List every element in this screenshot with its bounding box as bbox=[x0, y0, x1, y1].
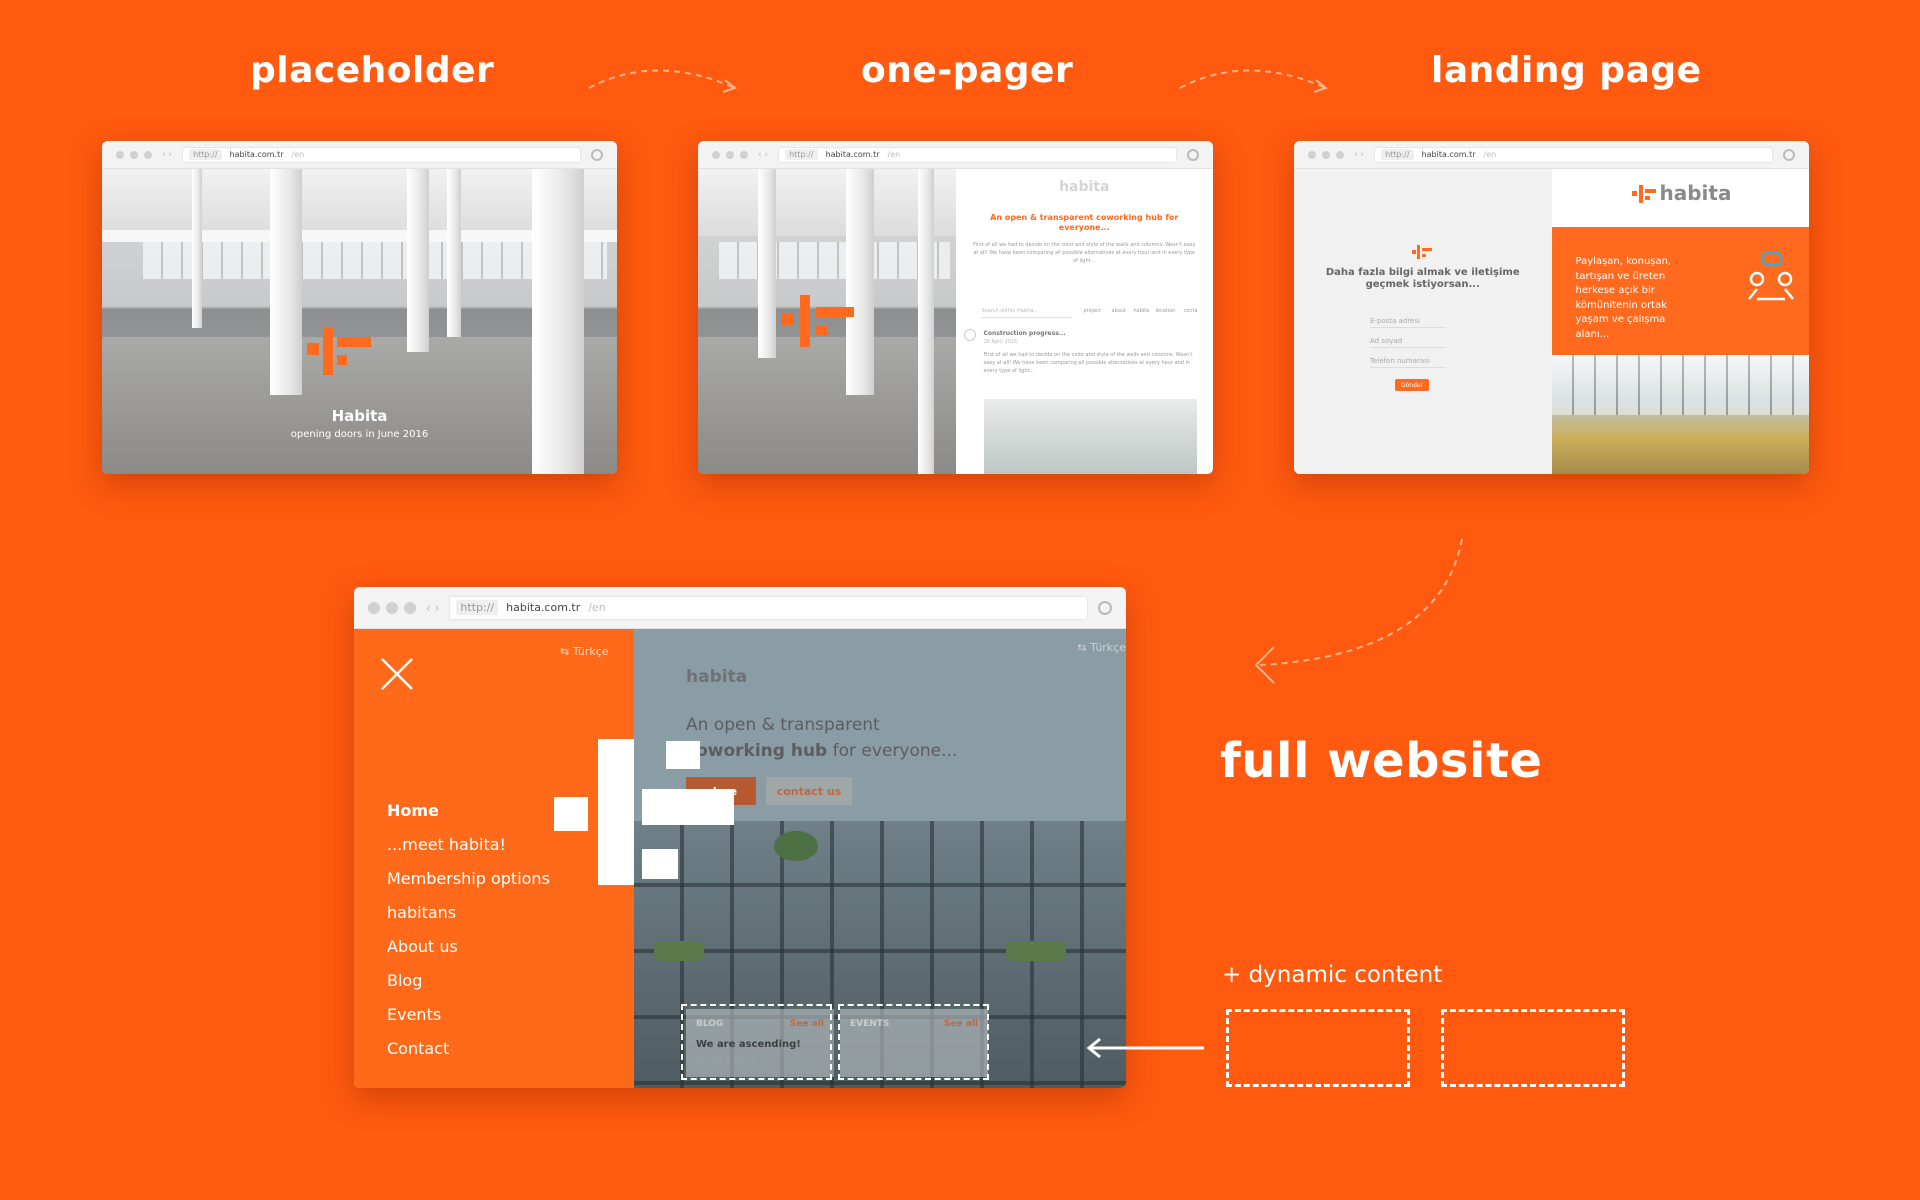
url-bar[interactable]: http:// habita.com.tr/en bbox=[1374, 146, 1773, 163]
stage-title-landing: landing page bbox=[1431, 50, 1702, 91]
full-website-browser: ‹ › http:// habita.com.tr/en ⇆ Türkçe Ho… bbox=[354, 587, 1126, 1088]
avatar bbox=[963, 329, 976, 341]
email-field[interactable]: E-posta adresi bbox=[1370, 317, 1446, 328]
intro-text: First of all we had to decide on the col… bbox=[973, 242, 1196, 264]
browser-chrome: ‹ › http:// habita.com.tr/en bbox=[698, 141, 1213, 169]
menu-item-membership[interactable]: Membership options bbox=[387, 869, 550, 888]
url-path: /en bbox=[887, 150, 901, 159]
headline-rest: for everyone... bbox=[832, 741, 958, 761]
nav-arrows-icon[interactable]: ‹ › bbox=[426, 601, 439, 615]
onepager-headline: An open & transparent coworking hub for … bbox=[990, 213, 1179, 233]
landing-browser: ‹ › http:// habita.com.tr/en Daha fazla … bbox=[1294, 141, 1809, 474]
community-icon bbox=[1748, 251, 1794, 301]
url-scheme: http:// bbox=[189, 149, 222, 160]
url-scheme: http:// bbox=[785, 149, 818, 160]
post-date: 16 April 2016 bbox=[983, 339, 1018, 345]
plant-image bbox=[774, 831, 818, 861]
close-icon[interactable] bbox=[380, 657, 414, 691]
menu-item-home[interactable]: Home bbox=[387, 801, 439, 820]
menu-item-habitans[interactable]: habitans bbox=[387, 903, 456, 922]
tag-location[interactable]: location bbox=[1156, 308, 1176, 314]
habita-logo-icon bbox=[1631, 185, 1656, 203]
onepager-content: habita An open & transparent coworking h… bbox=[955, 169, 1213, 474]
nav-arrows-icon[interactable]: ‹ › bbox=[1354, 150, 1364, 160]
landing-hero-panel: habita Paylaşan, konuşan, tartışan ve ür… bbox=[1551, 169, 1809, 474]
habita-logo-icon bbox=[307, 327, 387, 375]
url-scheme: http:// bbox=[1381, 149, 1414, 160]
dynamic-slot-events bbox=[838, 1004, 989, 1080]
url-scheme: http:// bbox=[456, 600, 499, 615]
url-bar[interactable]: http:// habita.com.tr/en bbox=[182, 146, 581, 163]
name-field[interactable]: Ad soyad bbox=[1370, 337, 1446, 348]
url-path: /en bbox=[588, 601, 606, 614]
habita-logo-icon bbox=[1412, 245, 1434, 259]
search-input[interactable]: Search within Habita... bbox=[982, 308, 1039, 314]
language-toggle-dimmed: ⇆ Türkçe bbox=[1077, 641, 1126, 654]
placeholder-subtitle: opening doors in June 2016 bbox=[290, 429, 429, 440]
plant-image bbox=[654, 941, 704, 961]
url-path: /en bbox=[291, 150, 305, 159]
placeholder-title: Habita bbox=[331, 407, 388, 425]
post-excerpt: First of all we had to decide on the col… bbox=[983, 352, 1193, 374]
tag-about[interactable]: about bbox=[1112, 308, 1126, 314]
post-photo bbox=[983, 399, 1197, 474]
nav-arrows-icon[interactable]: ‹ › bbox=[162, 150, 172, 160]
tag-habita[interactable]: habita bbox=[1134, 308, 1150, 314]
onepager-brand: habita bbox=[1059, 179, 1110, 195]
stage-title-onepager: one-pager bbox=[861, 50, 1074, 91]
browser-chrome: ‹ › http:// habita.com.tr/en bbox=[102, 141, 617, 169]
landing-brand: habita bbox=[1659, 181, 1732, 205]
onepager-intro: First of all we had to decide on the col… bbox=[972, 241, 1198, 265]
post-title[interactable]: Construction progress... bbox=[984, 330, 1066, 337]
habita-logo-icon bbox=[782, 295, 872, 347]
contact-us-button[interactable]: contact us bbox=[766, 777, 852, 805]
window-dots bbox=[116, 150, 152, 159]
habita-logo-icon bbox=[554, 739, 734, 899]
tag-project[interactable]: project bbox=[1084, 308, 1101, 314]
reload-icon[interactable] bbox=[1783, 148, 1795, 161]
url-domain: habita.com.tr bbox=[825, 150, 880, 159]
menu-item-meet[interactable]: ...meet habita! bbox=[387, 835, 506, 854]
dynamic-content-label: + dynamic content bbox=[1222, 962, 1443, 988]
reload-icon[interactable] bbox=[591, 148, 603, 161]
lounge-photo bbox=[1551, 355, 1809, 474]
dynamic-placeholder-box bbox=[1226, 1009, 1410, 1087]
reload-icon[interactable] bbox=[1187, 148, 1199, 161]
nav-arrows-icon[interactable]: ‹ › bbox=[758, 150, 768, 160]
menu-item-blog[interactable]: Blog bbox=[387, 971, 422, 990]
placeholder-browser: ‹ › http:// habita.com.tr/en Habita open… bbox=[102, 141, 617, 474]
plant-image bbox=[1006, 941, 1066, 961]
landing-tagline-band: Paylaşan, konuşan, tartışan ve üreten he… bbox=[1551, 227, 1809, 355]
browser-chrome: ‹ › http:// habita.com.tr/en bbox=[1294, 141, 1809, 169]
submit-button[interactable]: Gönder bbox=[1395, 379, 1429, 391]
url-domain: habita.com.tr bbox=[229, 150, 284, 159]
main-headline-line1: An open & transparent bbox=[686, 715, 880, 735]
landing-tagline: Paylaşan, konuşan, tartışan ve üreten he… bbox=[1575, 256, 1672, 340]
dashed-arrow-icon bbox=[588, 69, 738, 93]
url-bar[interactable]: http:// habita.com.tr/en bbox=[449, 595, 1088, 620]
reload-icon[interactable] bbox=[1098, 600, 1112, 615]
dashed-arrow-icon bbox=[1254, 538, 1463, 684]
tag-contact[interactable]: conta bbox=[1184, 308, 1198, 314]
url-bar[interactable]: http:// habita.com.tr/en bbox=[778, 146, 1177, 163]
onepager-browser: ‹ › http:// habita.com.tr/en habita An o… bbox=[698, 141, 1213, 474]
dashed-arrow-icon bbox=[1179, 69, 1329, 93]
browser-chrome: ‹ › http:// habita.com.tr/en bbox=[354, 587, 1126, 629]
landing-form-heading: Daha fazla bilgi almak ve iletişime geçm… bbox=[1325, 267, 1520, 290]
stage-title-placeholder: placeholder bbox=[250, 50, 495, 91]
phone-field[interactable]: Telefon numarası bbox=[1370, 357, 1446, 368]
menu-item-contact[interactable]: Contact bbox=[387, 1039, 449, 1058]
arrow-left-icon bbox=[1086, 1037, 1204, 1059]
stage-title-full: full website bbox=[1220, 733, 1543, 789]
menu-item-events[interactable]: Events bbox=[387, 1005, 441, 1024]
url-domain: habita.com.tr bbox=[1421, 150, 1476, 159]
menu-item-about[interactable]: About us bbox=[387, 937, 458, 956]
main-brand: habita bbox=[686, 667, 748, 687]
url-path: /en bbox=[1483, 150, 1497, 159]
dynamic-slot-blog bbox=[681, 1004, 832, 1080]
language-toggle[interactable]: ⇆ Türkçe bbox=[560, 645, 609, 658]
dynamic-placeholder-box bbox=[1441, 1009, 1625, 1087]
landing-form-panel: Daha fazla bilgi almak ve iletişime geçm… bbox=[1294, 169, 1552, 474]
url-domain: habita.com.tr bbox=[506, 601, 581, 614]
